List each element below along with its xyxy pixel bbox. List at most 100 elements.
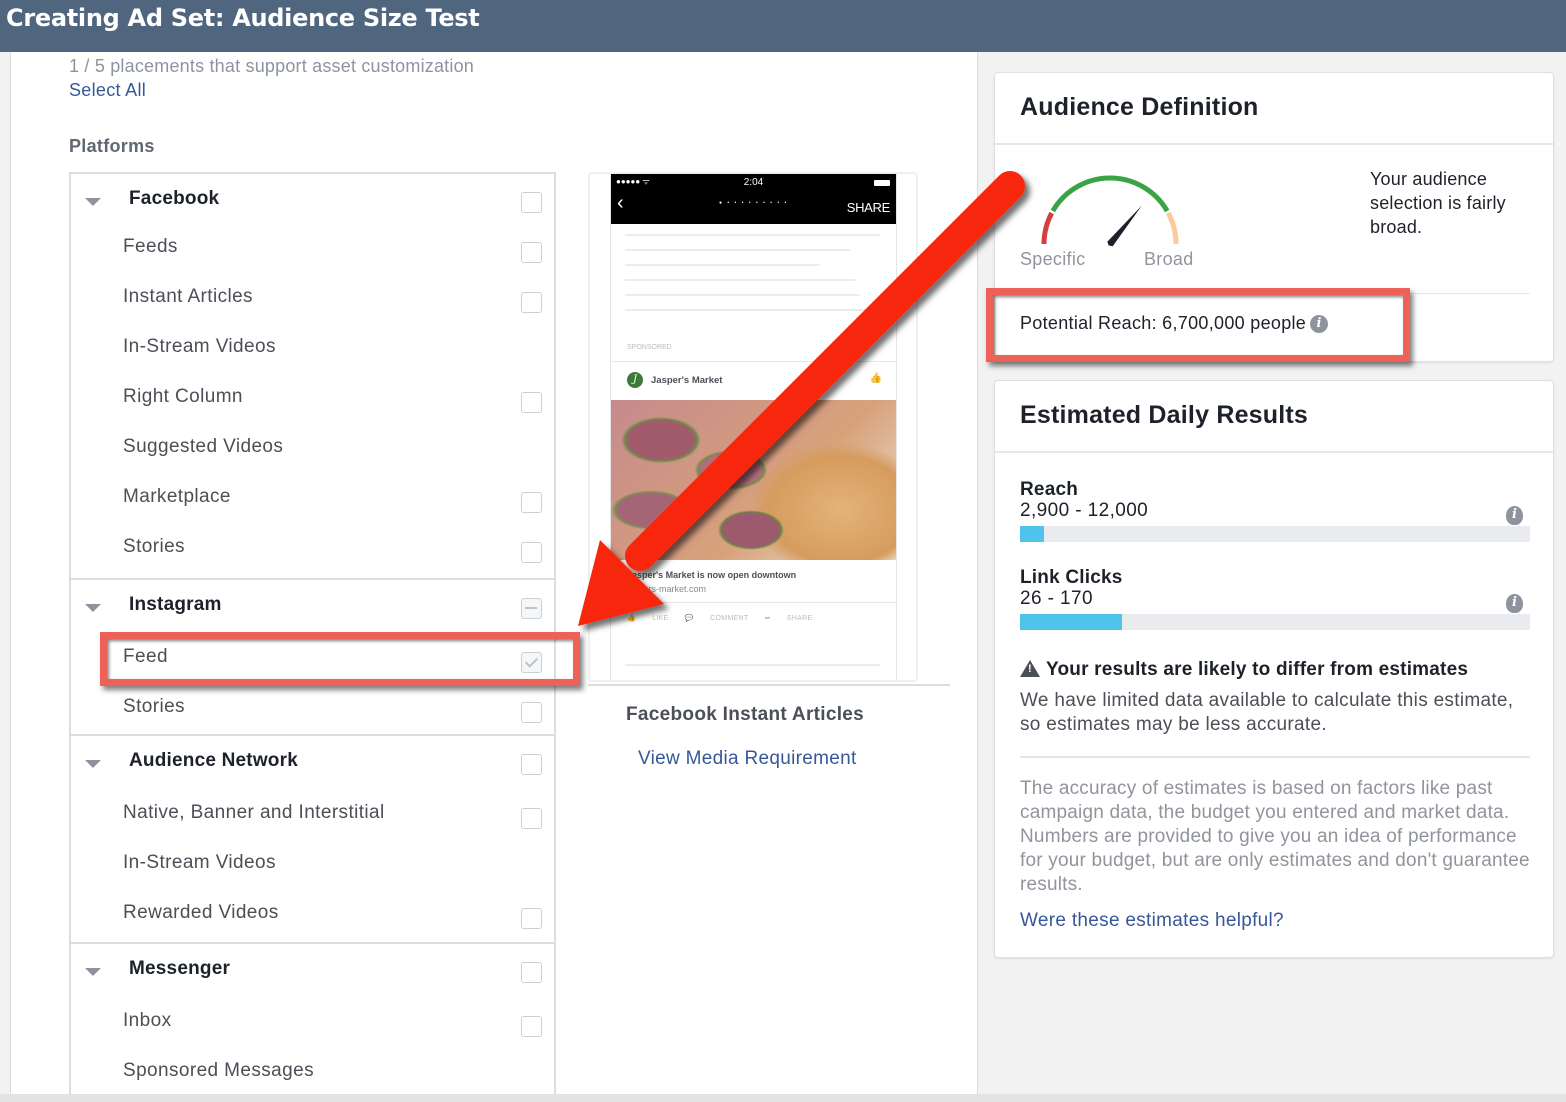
- bottom-border: [0, 1094, 1566, 1102]
- placement-item[interactable]: Right Column: [71, 374, 554, 424]
- placement-item[interactable]: Marketplace: [71, 474, 554, 524]
- placement-label: Marketplace: [123, 486, 231, 507]
- placement-label: In-Stream Videos: [123, 852, 276, 873]
- placement-item[interactable]: Instant Articles: [71, 274, 554, 324]
- estimate-accuracy-note: The accuracy of estimates is based on fa…: [1020, 778, 1530, 895]
- divider: [611, 602, 896, 603]
- metric-value: 2,900 - 12,000: [1020, 500, 1149, 521]
- platform-header-facebook[interactable]: Facebook: [71, 174, 554, 224]
- platforms-label: Platforms: [69, 136, 155, 156]
- platform-checkbox-facebook[interactable]: [521, 192, 542, 213]
- placeholder-text-line: [625, 279, 855, 281]
- view-media-requirement-link[interactable]: View Media Requirement: [638, 748, 857, 770]
- placements-summary: 1 / 5 placements that support asset cust…: [69, 56, 475, 76]
- platform-name: Instagram: [129, 594, 222, 615]
- pager-dots: ● • • • • • • • • •: [719, 200, 789, 206]
- warning-body: We have limited data available to calcul…: [1020, 690, 1514, 735]
- placement-label: Stories: [123, 536, 185, 557]
- placement-checkbox[interactable]: [521, 492, 542, 513]
- gauge-segment-specific: [1041, 211, 1054, 245]
- placement-item[interactable]: Stories: [71, 524, 554, 578]
- ad-image-fig-tart: [611, 400, 896, 560]
- placeholder-text-line: [625, 309, 875, 311]
- caret-down-icon[interactable]: [85, 604, 101, 612]
- divider: [1020, 293, 1530, 294]
- platform-header-instagram[interactable]: Instagram: [71, 580, 554, 630]
- placement-label: Native, Banner and Interstitial: [123, 802, 385, 823]
- platform-checkbox-audience-network[interactable]: [521, 754, 542, 775]
- placement-checkbox[interactable]: [521, 808, 542, 829]
- placement-label: Suggested Videos: [123, 436, 284, 457]
- platform-checkbox-messenger[interactable]: [521, 962, 542, 983]
- info-icon[interactable]: i: [1310, 315, 1329, 334]
- placement-label: Instant Articles: [123, 286, 253, 307]
- phone-screen: ●●●●● ᯤ 2:04 ‹ ● • • • • • • • • • SHARE…: [610, 174, 897, 680]
- gauge-segment-broad: [1166, 211, 1179, 245]
- platform-header-messenger[interactable]: Messenger: [71, 944, 554, 998]
- placement-label: Rewarded Videos: [123, 902, 279, 923]
- placement-checkbox[interactable]: [521, 908, 542, 929]
- caret-down-icon[interactable]: [85, 968, 101, 976]
- placement-item[interactable]: Inbox: [71, 998, 554, 1048]
- select-all-link[interactable]: Select All: [69, 80, 146, 101]
- estimated-daily-results-card: Estimated Daily Results Reach 2,900 - 12…: [994, 380, 1554, 958]
- placement-item[interactable]: Feeds: [71, 224, 554, 274]
- divider: [1020, 756, 1530, 758]
- placement-label: In-Stream Videos: [123, 336, 276, 357]
- placement-label: Stories: [123, 696, 185, 717]
- metric-label: Link Clicks: [1020, 567, 1123, 588]
- placement-item[interactable]: Native, Banner and Interstitial: [71, 790, 554, 840]
- gauge-label-broad: Broad: [1144, 249, 1194, 269]
- estimates-feedback-link[interactable]: Were these estimates helpful?: [1020, 910, 1284, 932]
- metric-label: Reach: [1020, 479, 1079, 500]
- placement-checkbox[interactable]: [521, 542, 542, 563]
- placement-item-instagram-feed[interactable]: Feed: [71, 630, 554, 680]
- caret-down-icon[interactable]: [85, 198, 101, 206]
- warning-title: Your results are likely to differ from e…: [1046, 659, 1469, 680]
- metric-bar-track: [1020, 614, 1530, 630]
- placement-checkbox-checked[interactable]: [521, 652, 542, 673]
- ad-headline: Jasper's Market is now open downtown: [627, 570, 797, 580]
- placement-item[interactable]: Rewarded Videos: [71, 890, 554, 942]
- placeholder-text-line: [625, 294, 860, 296]
- info-icon[interactable]: i: [1506, 594, 1523, 613]
- caret-down-icon[interactable]: [85, 760, 101, 768]
- placement-checkbox[interactable]: [521, 242, 542, 263]
- placement-checkbox[interactable]: [521, 392, 542, 413]
- preview-placement-title: Facebook Instant Articles: [626, 704, 865, 725]
- placement-checkbox[interactable]: [521, 292, 542, 313]
- warning-icon: [1020, 660, 1040, 677]
- platform-checkbox-instagram[interactable]: [521, 598, 542, 619]
- phone-share-label: SHARE: [846, 200, 891, 215]
- placement-item: Sponsored Messages: [71, 1048, 554, 1098]
- info-icon[interactable]: i: [1506, 506, 1523, 525]
- battery-icon: [874, 180, 890, 186]
- placement-item[interactable]: Stories: [71, 680, 554, 734]
- phone-status-bar: ●●●●● ᯤ 2:04 ‹ ● • • • • • • • • • SHARE: [611, 174, 896, 224]
- placement-checkbox[interactable]: [521, 1016, 542, 1037]
- platform-header-audience-network[interactable]: Audience Network: [71, 736, 554, 790]
- metric-bar-fill: [1020, 526, 1044, 542]
- placement-item: In-Stream Videos: [71, 324, 554, 374]
- gauge-label-specific: Specific: [1020, 249, 1086, 269]
- placement-label: Inbox: [123, 1010, 172, 1031]
- back-chevron-icon: ‹: [617, 192, 624, 214]
- gauge-segment-defined: [1050, 175, 1170, 213]
- ad-url: jaspers-market.com: [627, 584, 707, 594]
- potential-reach: Potential Reach: 6,700,000 people i: [1020, 313, 1329, 334]
- placeholder-text-line: [625, 664, 880, 666]
- placeholder-text-line: [625, 264, 820, 266]
- placement-label: Sponsored Messages: [123, 1060, 314, 1081]
- platform-name: Messenger: [129, 958, 231, 979]
- ad-preview-phone: ●●●●● ᯤ 2:04 ‹ ● • • • • • • • • • SHARE…: [588, 172, 918, 682]
- potential-reach-text: Potential Reach: 6,700,000 people: [1020, 313, 1307, 333]
- audience-size-gauge: [1041, 175, 1179, 247]
- ad-action-bar: 👍 LIKE 💬 COMMENT ➦ SHARE: [627, 615, 813, 622]
- placement-checkbox[interactable]: [521, 702, 542, 723]
- page-logo: J: [627, 372, 643, 388]
- platform-name: Facebook: [129, 188, 220, 209]
- gauge-needle: [1107, 205, 1142, 247]
- placement-label: Feeds: [123, 236, 178, 257]
- page-name: Jasper's Market: [651, 375, 723, 386]
- metric-value: 26 - 170: [1020, 588, 1093, 609]
